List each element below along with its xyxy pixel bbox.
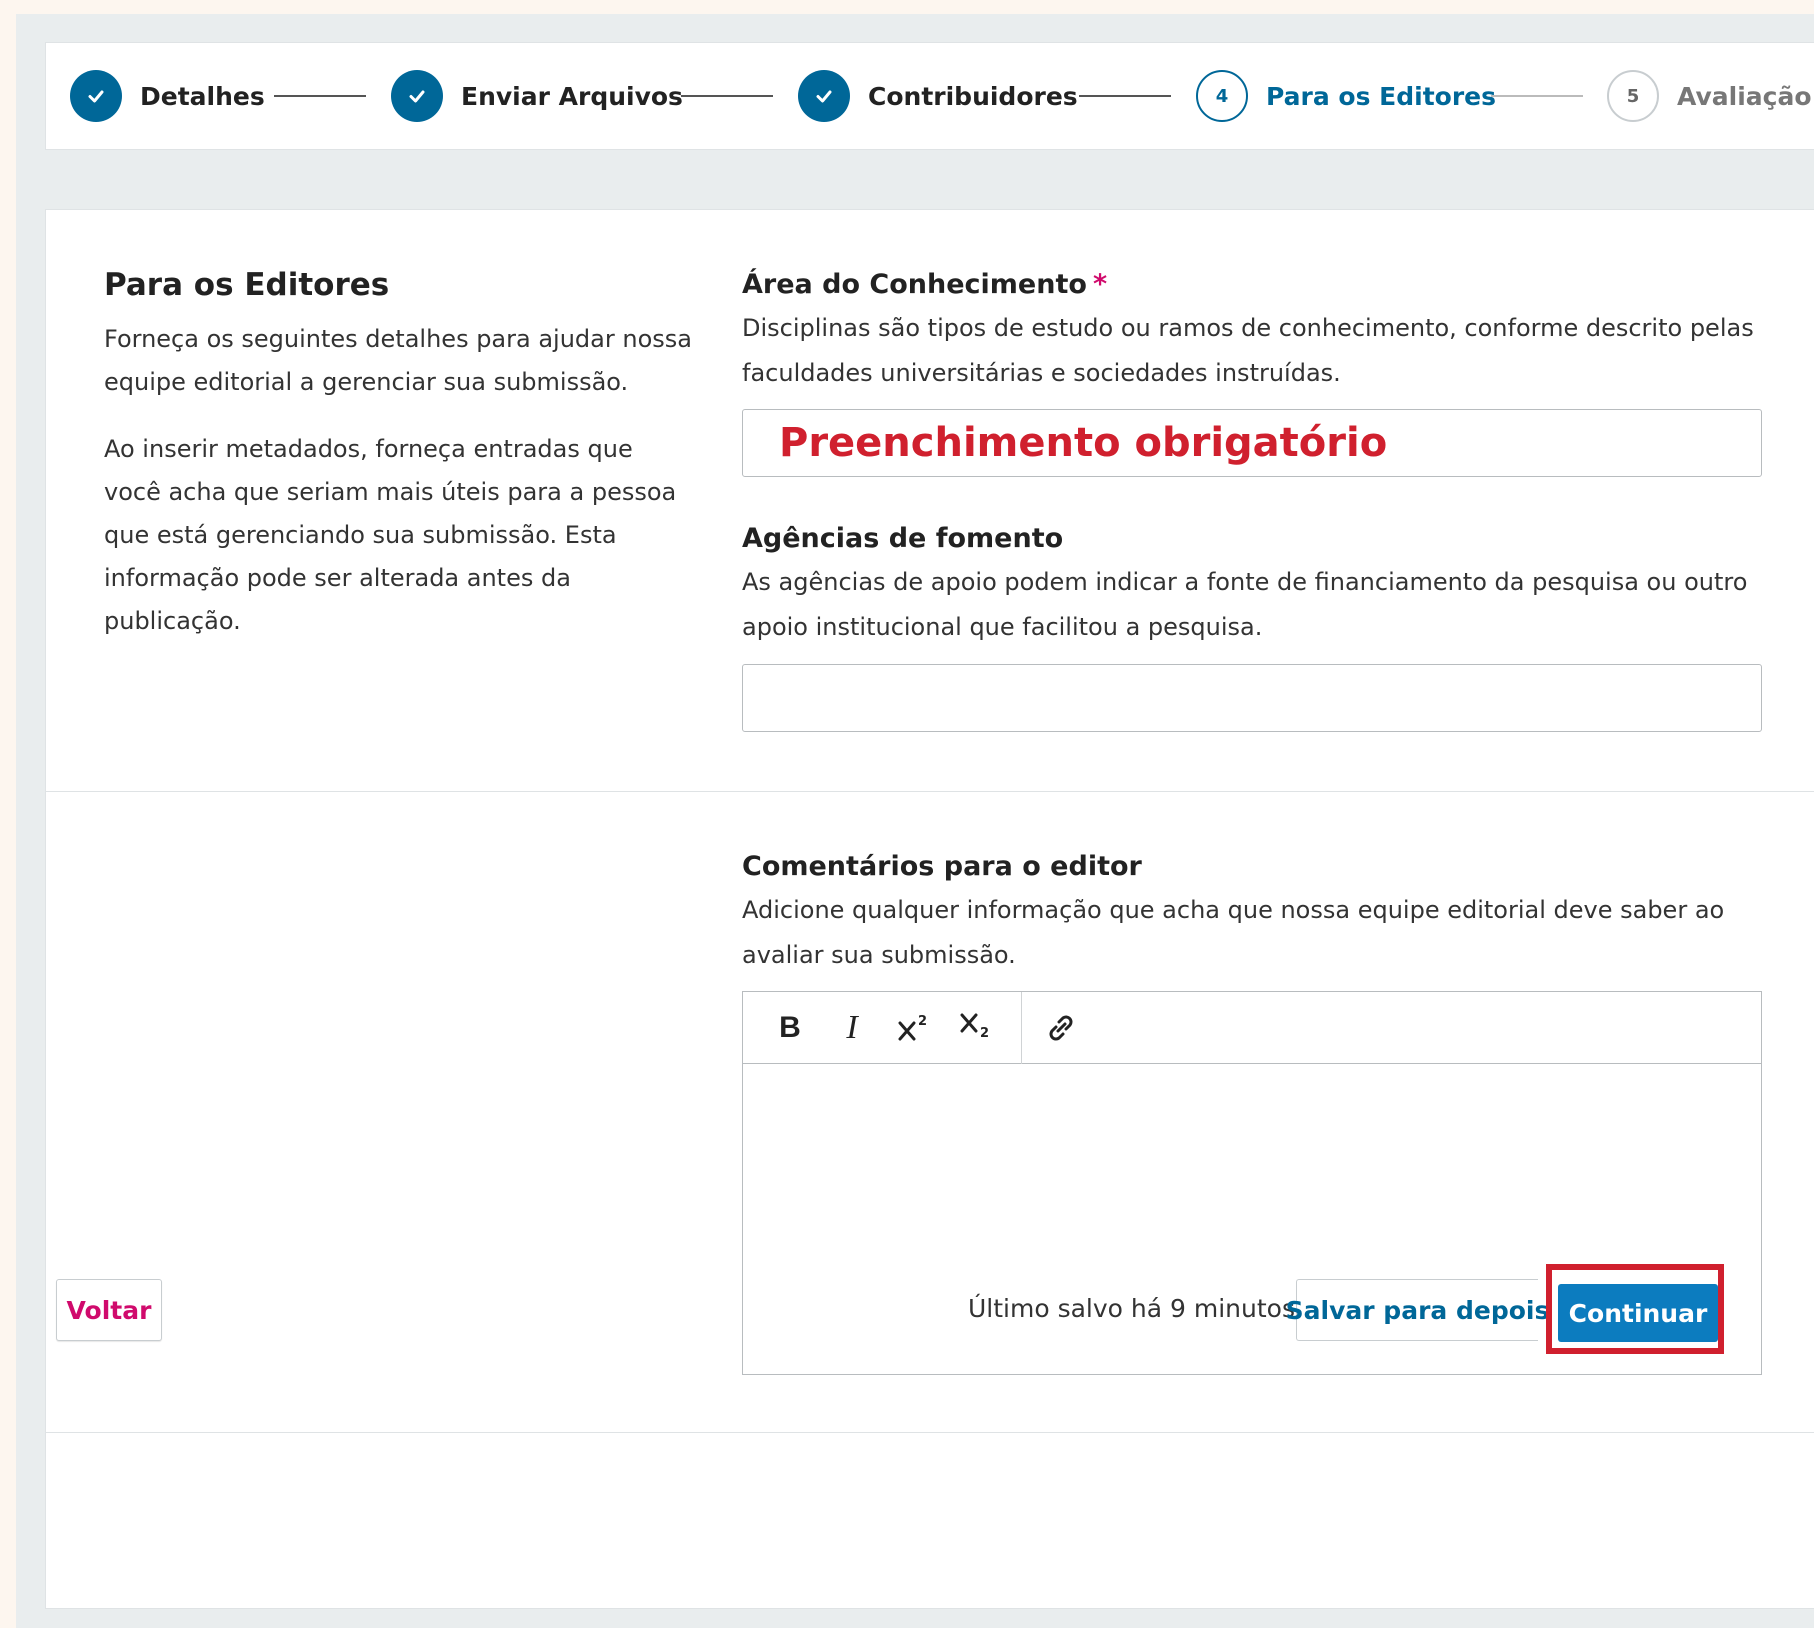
link-button[interactable] [1030,998,1092,1058]
bold-icon: B [779,1010,801,1044]
check-icon [391,70,443,122]
field-label-text: Área do Conhecimento [742,269,1087,300]
comentarios-label: Comentários para o editor [742,851,1142,882]
check-icon [798,70,850,122]
step-label: Avaliação [1677,81,1812,111]
subscript-button[interactable]: 2 [945,998,1007,1058]
subscript-icon: 2 [960,1013,989,1041]
form-panel: Para os Editores Forneça os seguintes de… [45,209,1814,1609]
section-help-text: Ao inserir metadados, forneça entradas q… [104,435,677,635]
continue-highlight-annotation [1546,1264,1724,1354]
section-description: Forneça os seguintes detalhes para ajuda… [104,325,692,396]
required-annotation: Preenchimento obrigatório [779,420,1388,466]
save-for-later-button[interactable]: Salvar para depois [1286,1279,1549,1341]
superscript-button[interactable]: 2 [883,998,945,1058]
step-label: Para os Editores [1266,81,1497,111]
step-label: Detalhes [140,81,265,111]
check-icon [70,70,122,122]
agencias-fomento-label: Agências de fomento [742,523,1064,554]
step-label: Contribuidores [868,81,1078,111]
area-conhecimento-description: Disciplinas são tipos de estudo ou ramos… [742,314,1754,387]
link-icon [1049,1015,1073,1040]
area-conhecimento-input[interactable]: Preenchimento obrigatório [742,409,1762,477]
footer-divider [46,1432,1814,1433]
italic-icon: I [846,1008,858,1046]
superscript-icon: 2 [898,1014,927,1040]
step-para-os-editores[interactable]: 4 Para os Editores [1196,43,1496,149]
step-number: 4 [1215,85,1229,107]
step-label: Enviar Arquivos [461,81,683,111]
step-number-badge: 5 [1607,70,1659,122]
step-detalhes[interactable]: Detalhes [70,43,265,149]
step-enviar-arquivos[interactable]: Enviar Arquivos [391,43,683,149]
step-connector [681,95,773,97]
toolbar-separator [1021,991,1022,1064]
svg-text:2: 2 [980,1026,989,1041]
comentarios-description: Adicione qualquer informação que acha qu… [742,896,1725,969]
step-connector [1079,95,1171,97]
required-asterisk: * [1092,269,1108,300]
section-title: Para os Editores [104,267,390,303]
submission-stepper: Detalhes Enviar Arquivos Contribuidores … [45,42,1814,150]
agencias-fomento-description: As agências de apoio podem indicar a fon… [742,568,1748,641]
editor-toolbar: B I 2 2 [743,991,1761,1064]
section-divider [46,791,1814,792]
step-contribuidores[interactable]: Contribuidores [798,43,1078,149]
agencias-fomento-input[interactable] [742,664,1762,732]
last-saved-status: Último salvo há 9 minutos [968,1294,1295,1323]
step-avaliacao[interactable]: 5 Avaliação [1607,43,1812,149]
step-connector [1491,95,1583,97]
svg-text:2: 2 [918,1014,927,1029]
area-conhecimento-label: Área do Conhecimento * [742,269,1107,300]
step-number: 5 [1626,85,1640,107]
bold-button[interactable]: B [759,998,821,1058]
italic-button[interactable]: I [821,998,883,1058]
back-button[interactable]: Voltar [56,1279,162,1341]
step-connector [274,95,366,97]
step-number-badge: 4 [1196,70,1248,122]
